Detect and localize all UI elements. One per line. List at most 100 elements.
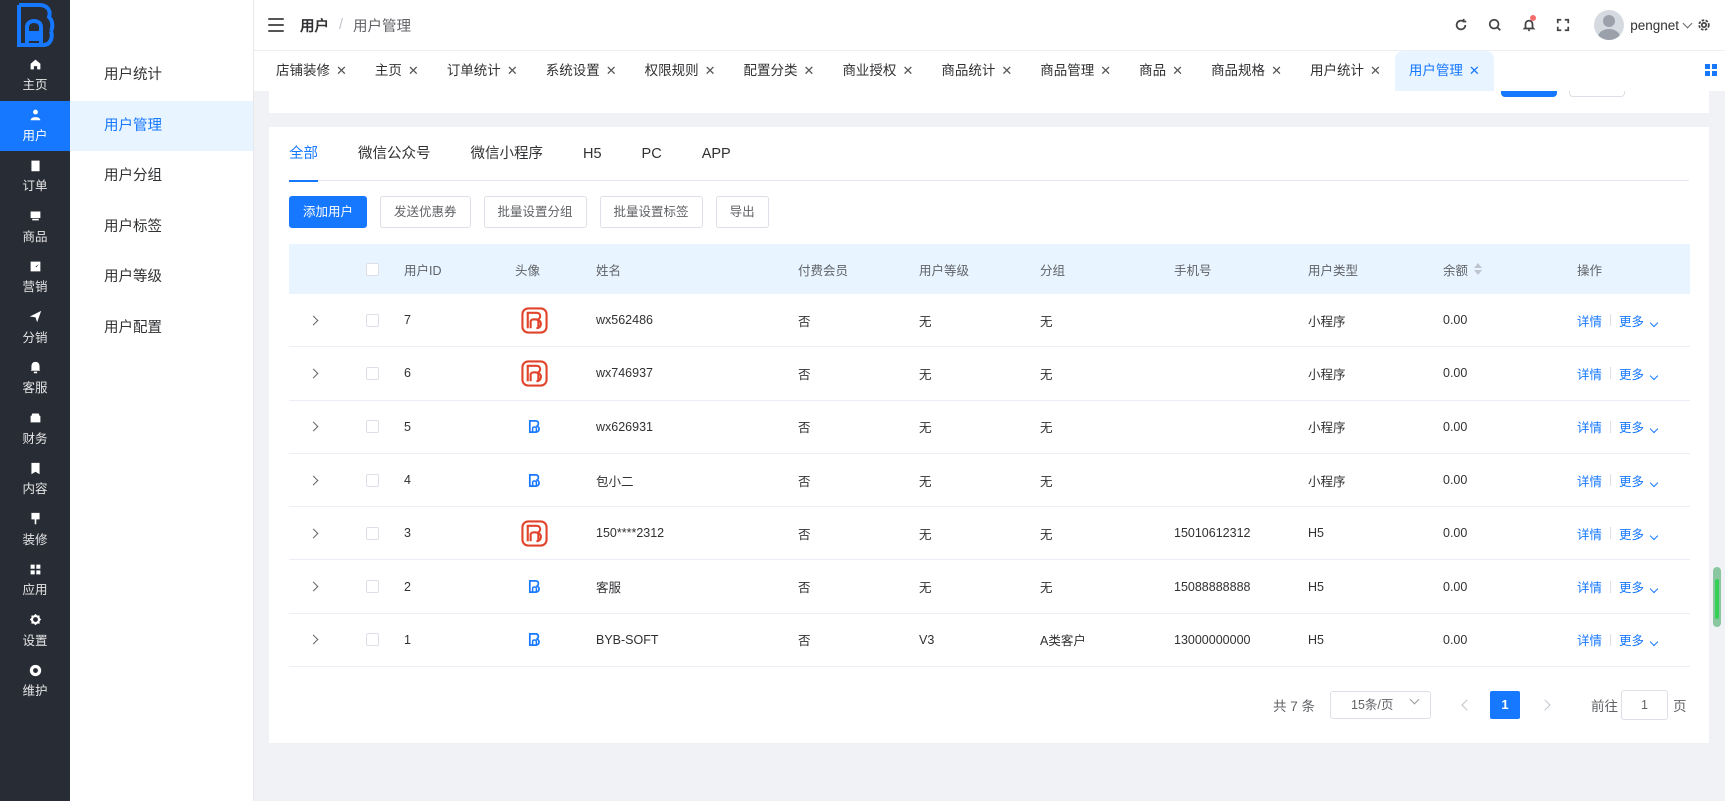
tab-channel[interactable]: 全部: [289, 127, 318, 182]
expand-row-icon[interactable]: [308, 475, 318, 485]
tag-item[interactable]: 商品规格 ✕: [1197, 51, 1296, 91]
more-dropdown[interactable]: 更多: [1619, 471, 1659, 490]
rail-item-settings[interactable]: 设置: [0, 606, 70, 657]
tag-item[interactable]: 配置分类 ✕: [730, 51, 829, 91]
row-checkbox[interactable]: [366, 313, 379, 327]
vertical-scrollbar[interactable]: [1713, 127, 1721, 801]
expand-row-icon[interactable]: [308, 634, 318, 645]
close-icon[interactable]: ✕: [336, 63, 347, 78]
goto-page-input[interactable]: [1621, 690, 1668, 720]
export-button[interactable]: 导出: [715, 196, 769, 228]
add-user-button[interactable]: 添加用户: [289, 196, 368, 228]
batch-group-button[interactable]: 批量设置分组: [483, 196, 587, 228]
detail-link[interactable]: 详情: [1577, 524, 1602, 543]
rail-item-user[interactable]: 用户: [0, 100, 70, 151]
fullscreen-icon[interactable]: [1546, 0, 1580, 51]
row-checkbox[interactable]: [366, 526, 379, 540]
tag-item[interactable]: 商品统计 ✕: [927, 51, 1026, 91]
rail-item-maintain[interactable]: 维护: [0, 656, 70, 707]
tag-item[interactable]: 用户统计 ✕: [1296, 51, 1395, 91]
detail-link[interactable]: 详情: [1577, 471, 1602, 490]
tag-item[interactable]: 商业授权 ✕: [828, 51, 927, 91]
menu-fold-icon[interactable]: [268, 18, 284, 32]
close-icon[interactable]: ✕: [1172, 63, 1183, 78]
rail-item-apps[interactable]: 应用: [0, 555, 70, 606]
more-dropdown[interactable]: 更多: [1619, 364, 1659, 383]
close-icon[interactable]: ✕: [408, 63, 419, 78]
tag-item[interactable]: 用户管理 ✕: [1394, 51, 1494, 91]
more-dropdown[interactable]: 更多: [1619, 524, 1659, 543]
row-checkbox[interactable]: [366, 633, 379, 647]
rail-item-decorate[interactable]: 装修: [0, 505, 70, 556]
tag-item[interactable]: 店铺装修 ✕: [262, 51, 361, 91]
submenu-item[interactable]: 用户分组: [70, 151, 253, 202]
tag-item[interactable]: 系统设置 ✕: [532, 51, 631, 91]
more-dropdown[interactable]: 更多: [1619, 577, 1659, 596]
send-coupon-button[interactable]: 发送优惠券: [380, 196, 471, 228]
detail-link[interactable]: 详情: [1577, 417, 1602, 436]
close-icon[interactable]: ✕: [804, 63, 815, 78]
submenu-item[interactable]: 用户等级: [70, 252, 253, 303]
rail-item-finance[interactable]: 财务: [0, 404, 70, 455]
breadcrumb-item-user[interactable]: 用户: [300, 15, 329, 36]
col-header-balance[interactable]: 余额: [1443, 260, 1577, 279]
tag-item[interactable]: 主页 ✕: [361, 51, 433, 91]
close-icon[interactable]: ✕: [1001, 63, 1012, 78]
expand-row-icon[interactable]: [308, 528, 318, 539]
search-icon[interactable]: [1478, 0, 1512, 51]
page-size-select[interactable]: 15条/页: [1330, 691, 1431, 719]
submenu-item[interactable]: 用户管理: [70, 100, 253, 151]
tab-channel[interactable]: 微信小程序: [471, 127, 544, 181]
rail-item-content[interactable]: 内容: [0, 454, 70, 505]
detail-link[interactable]: 详情: [1577, 577, 1602, 596]
detail-link[interactable]: 详情: [1577, 630, 1602, 649]
next-page-icon[interactable]: [1539, 699, 1551, 711]
batch-tag-button[interactable]: 批量设置标签: [599, 196, 703, 228]
close-icon[interactable]: ✕: [507, 63, 518, 78]
tag-item[interactable]: 订单统计 ✕: [433, 51, 532, 91]
grid-icon[interactable]: [1705, 64, 1717, 76]
close-icon[interactable]: ✕: [1370, 63, 1381, 78]
tab-channel[interactable]: H5: [583, 127, 602, 181]
row-checkbox[interactable]: [366, 420, 379, 434]
current-page-button[interactable]: 1: [1490, 691, 1520, 719]
close-icon[interactable]: ✕: [606, 63, 617, 78]
rail-item-marketing[interactable]: 营销: [0, 252, 70, 303]
app-logo[interactable]: [0, 0, 70, 50]
rail-item-order[interactable]: 订单: [0, 151, 70, 202]
refresh-icon[interactable]: [1444, 0, 1478, 51]
expand-row-icon[interactable]: [308, 315, 318, 326]
expand-row-icon[interactable]: [308, 368, 318, 379]
row-checkbox[interactable]: [366, 473, 379, 487]
sort-icon[interactable]: [1474, 263, 1483, 275]
tab-channel[interactable]: PC: [642, 127, 662, 181]
user-menu[interactable]: pengnet: [1594, 10, 1693, 40]
row-checkbox[interactable]: [366, 366, 379, 380]
close-icon[interactable]: ✕: [1100, 63, 1111, 78]
submenu-item[interactable]: 用户标签: [70, 202, 253, 253]
detail-link[interactable]: 详情: [1577, 311, 1602, 330]
tag-item[interactable]: 权限规则 ✕: [631, 51, 730, 91]
tag-item[interactable]: 商品管理 ✕: [1026, 51, 1125, 91]
gear-icon[interactable]: [1691, 0, 1717, 51]
tab-channel[interactable]: 微信公众号: [358, 127, 431, 181]
submenu-item[interactable]: 用户统计: [70, 50, 253, 101]
more-dropdown[interactable]: 更多: [1619, 417, 1659, 436]
rail-item-service[interactable]: 客服: [0, 353, 70, 404]
close-icon[interactable]: ✕: [1469, 63, 1480, 78]
select-all-checkbox[interactable]: [366, 262, 379, 276]
tag-item[interactable]: 商品 ✕: [1125, 51, 1197, 91]
rail-item-goods[interactable]: 商品: [0, 202, 70, 253]
detail-link[interactable]: 详情: [1577, 364, 1602, 383]
tab-channel[interactable]: APP: [702, 127, 731, 181]
row-checkbox[interactable]: [366, 580, 379, 594]
prev-page-icon[interactable]: [1461, 699, 1473, 711]
close-icon[interactable]: ✕: [1271, 63, 1282, 78]
more-dropdown[interactable]: 更多: [1619, 311, 1659, 330]
close-icon[interactable]: ✕: [705, 63, 716, 78]
expand-row-icon[interactable]: [308, 421, 318, 432]
rail-item-distribution[interactable]: 分销: [0, 303, 70, 354]
more-dropdown[interactable]: 更多: [1619, 630, 1659, 649]
expand-row-icon[interactable]: [308, 581, 318, 592]
submenu-item[interactable]: 用户配置: [70, 303, 253, 354]
